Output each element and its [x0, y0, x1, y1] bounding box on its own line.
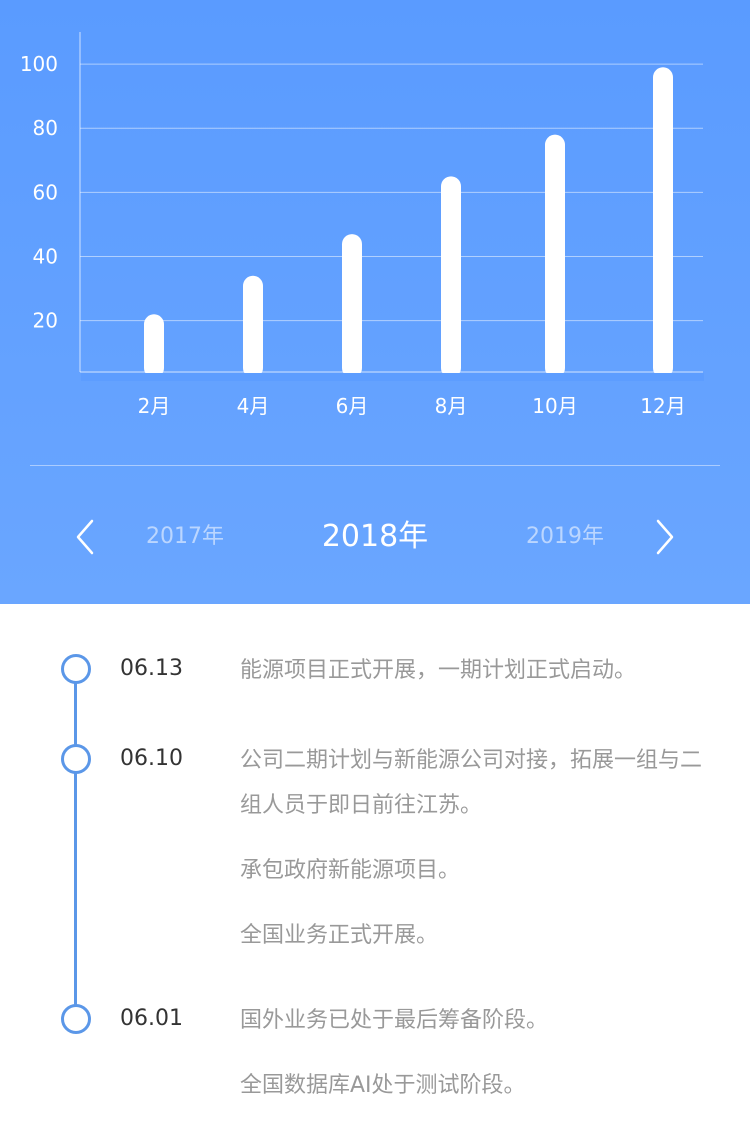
year-navigator: 2017年 2018年 2019年 — [0, 505, 750, 569]
next-year-label[interactable]: 2019年 — [510, 505, 620, 569]
current-year-label: 2018年 — [321, 519, 429, 554]
prev-year-arrow-icon[interactable] — [66, 517, 106, 557]
entry-text: 能源项目正式开展，一期计划正式启动。 — [240, 658, 637, 683]
bar — [342, 234, 362, 378]
timeline-node-icon — [61, 1004, 91, 1034]
bar — [653, 67, 673, 378]
x-tick-label: 4月 — [237, 394, 270, 418]
bar — [441, 176, 461, 378]
entry-date: 06.01 — [120, 1006, 183, 1031]
y-tick-label: 20 — [33, 309, 58, 333]
y-tick-label: 60 — [33, 180, 58, 204]
y-tick-label: 100 — [20, 52, 58, 76]
timeline-line — [74, 670, 77, 1020]
entry-date: 06.10 — [120, 746, 183, 771]
entry-text: 全国数据库AI处于测试阶段。 — [240, 1073, 526, 1098]
timeline-node-icon — [61, 654, 91, 684]
bar — [243, 275, 263, 378]
entry-text: 全国业务正式开展。 — [240, 923, 439, 948]
prev-year-label[interactable]: 2017年 — [130, 505, 240, 569]
bar — [545, 134, 565, 378]
header-panel: 20 40 60 80 100 2月 4月 6月 8月 10月 12月 2017年 2018年 20… — [0, 0, 750, 604]
timeline: 06.13 能源项目正式开展，一期计划正式启动。 06.10 公司二期计划与新能… — [0, 604, 750, 1105]
x-tick-label: 8月 — [435, 394, 468, 418]
next-year-arrow-icon[interactable] — [644, 517, 684, 557]
x-tick-label: 10月 — [532, 394, 577, 418]
monthly-bar-chart: 20 40 60 80 100 2月 4月 6月 8月 10月 12月 — [20, 32, 704, 418]
x-tick-label: 12月 — [640, 394, 685, 418]
bar — [144, 314, 164, 378]
y-tick-label: 80 — [33, 116, 58, 140]
timeline-node-icon — [61, 744, 91, 774]
entry-text: 国外业务已处于最后筹备阶段。 — [240, 1008, 549, 1033]
y-tick-label: 40 — [33, 245, 58, 269]
x-tick-label: 6月 — [336, 394, 369, 418]
axis-mask — [81, 373, 704, 381]
entry-text: 承包政府新能源项目。 — [240, 858, 461, 883]
x-tick-label: 2月 — [138, 394, 171, 418]
entry-text: 公司二期计划与新能源公司对接，拓展一组与二组人员于即日前往江苏。 — [240, 748, 703, 818]
divider — [30, 465, 720, 466]
entry-date: 06.13 — [120, 656, 183, 681]
